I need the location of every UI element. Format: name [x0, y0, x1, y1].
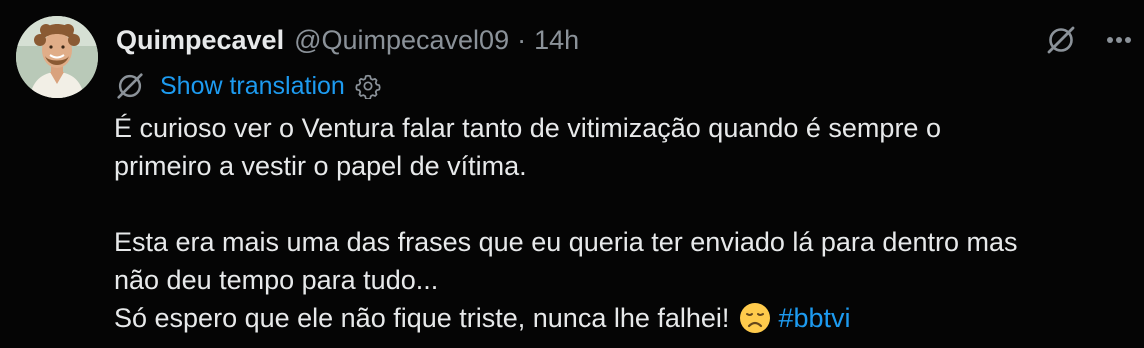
post-text-line: não deu tempo para tudo... — [114, 265, 439, 295]
show-translation-link[interactable]: Show translation — [160, 72, 345, 101]
author-display-name[interactable]: Quimpecavel — [116, 25, 284, 56]
post-timestamp[interactable]: 14h — [534, 25, 579, 56]
user-avatar-icon — [16, 16, 98, 98]
translation-row: Show translation — [114, 68, 381, 104]
post-text-line: primeiro a vestir o papel de vítima. — [114, 151, 527, 181]
gear-icon — [355, 74, 381, 99]
post-text-last-line: Só espero que ele não fique triste, nunc… — [114, 299, 1144, 344]
post-header: Quimpecavel @Quimpecavel09 · 14h — [116, 20, 579, 60]
post-text: É curioso ver o Ventura falar tanto de v… — [114, 109, 1144, 344]
translation-settings-button[interactable] — [355, 73, 381, 99]
post-text-segment: Só espero que ele não fique triste, nunc… — [114, 303, 737, 333]
grok-icon — [1047, 26, 1075, 54]
post-text-line: Esta era mais uma das frases que eu quer… — [114, 227, 1018, 257]
post-top-actions — [1044, 20, 1132, 60]
more-options-button[interactable] — [1106, 36, 1132, 44]
post-text-line: É curioso ver o Ventura falar tanto de v… — [114, 113, 941, 143]
grok-button[interactable] — [1044, 23, 1078, 57]
avatar[interactable] — [16, 16, 98, 98]
disappointed-face-icon — [739, 302, 771, 344]
grok-icon — [117, 73, 143, 99]
more-icon — [1107, 37, 1131, 43]
author-handle[interactable]: @Quimpecavel09 — [294, 25, 509, 56]
hashtag-link[interactable]: #bbtvi — [778, 303, 850, 333]
separator-dot: · — [517, 24, 527, 55]
